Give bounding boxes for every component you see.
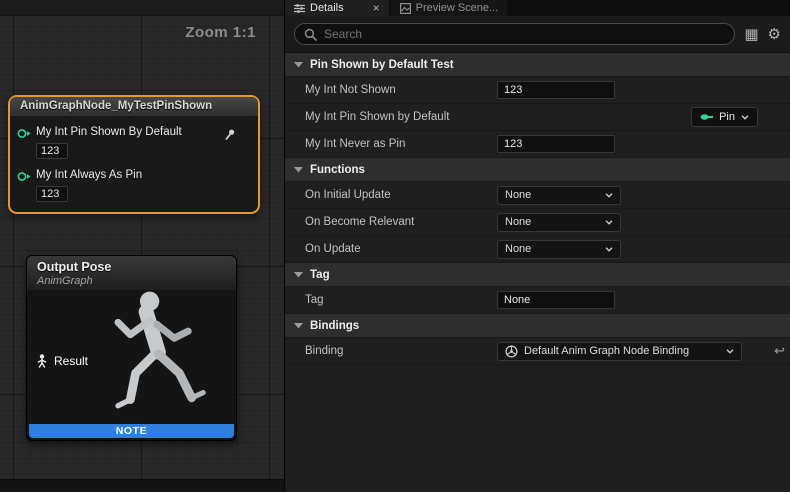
chevron-down-icon xyxy=(741,115,749,120)
tab-close-icon[interactable]: × xyxy=(373,2,380,14)
pin-label: My Int Always As Pin xyxy=(36,169,142,181)
dropdown-value: Default Anim Graph Node Binding xyxy=(524,345,689,357)
pin-icon xyxy=(700,112,713,122)
settings-gear-icon[interactable]: ⚙ xyxy=(768,27,781,42)
properties-list: Pin Shown by Default Test My Int Not Sho… xyxy=(285,53,790,492)
pin-dropdown-label: Pin xyxy=(719,111,735,123)
dropdown-value: None xyxy=(505,189,531,201)
property-label: Binding xyxy=(285,345,491,357)
row-my-int-never-as-pin: My Int Never as Pin xyxy=(285,131,790,158)
details-tab-icon xyxy=(294,3,305,14)
search-icon xyxy=(304,28,317,41)
tab-preview-scene[interactable]: Preview Scene... xyxy=(391,0,508,16)
int-pin-icon[interactable] xyxy=(17,128,32,139)
section-title: Bindings xyxy=(310,320,359,332)
property-label: My Int Pin Shown by Default xyxy=(285,111,491,123)
row-binding: Binding Default Anim Graph Node Binding … xyxy=(285,338,790,365)
anim-graph-node[interactable]: AnimGraphNode_MyTestPinShown My Int Pin … xyxy=(8,95,260,214)
pin-row[interactable]: My Int Pin Shown By Default xyxy=(17,126,250,159)
section-title: Pin Shown by Default Test xyxy=(310,59,454,71)
search-box[interactable] xyxy=(294,23,735,45)
zoom-level-label: Zoom 1:1 xyxy=(185,24,256,41)
tag-input[interactable] xyxy=(497,291,615,309)
node-note-bar[interactable]: NOTE xyxy=(29,424,234,438)
display-filter-icon[interactable]: ▦ xyxy=(744,27,758,42)
pin-label: My Int Pin Shown By Default xyxy=(36,126,182,138)
property-label: On Become Relevant xyxy=(285,216,491,228)
row-my-int-pin-shown-by-default: My Int Pin Shown by Default Pin xyxy=(285,104,790,131)
graph-top-bar xyxy=(0,0,284,16)
section-bindings[interactable]: Bindings xyxy=(285,314,790,338)
unreal-editor-window: Zoom 1:1 AnimGraphNode_MyTestPinShown My… xyxy=(0,0,790,492)
result-pin-label: Result xyxy=(54,354,88,368)
on-become-relevant-dropdown[interactable]: None xyxy=(497,213,621,232)
pose-pin-icon xyxy=(36,354,48,368)
property-label: Tag xyxy=(285,294,491,306)
tab-details[interactable]: Details × xyxy=(285,0,389,16)
pin-visibility-icon[interactable] xyxy=(223,128,236,141)
row-on-become-relevant: On Become Relevant None xyxy=(285,209,790,236)
my-int-never-as-pin-input[interactable] xyxy=(497,135,615,153)
graph-bottom-bar xyxy=(0,479,284,492)
property-label: On Update xyxy=(285,243,491,255)
node-title: AnimGraphNode_MyTestPinShown xyxy=(10,97,258,117)
pin-value-input[interactable] xyxy=(36,186,68,202)
chevron-down-icon xyxy=(294,167,303,173)
output-node-title: Output Pose xyxy=(37,260,226,274)
section-pin-shown-by-default-test[interactable]: Pin Shown by Default Test xyxy=(285,53,790,77)
pin-dropdown-button[interactable]: Pin xyxy=(691,107,758,127)
dropdown-value: None xyxy=(505,243,531,255)
section-tag[interactable]: Tag xyxy=(285,263,790,287)
binding-icon xyxy=(505,345,518,358)
chevron-down-icon xyxy=(605,220,613,225)
binding-dropdown[interactable]: Default Anim Graph Node Binding xyxy=(497,342,742,361)
property-label: On Initial Update xyxy=(285,189,491,201)
chevron-down-icon xyxy=(726,349,734,354)
details-toolbar: ▦ ⚙ xyxy=(285,16,790,53)
mannequin-figure xyxy=(74,282,234,440)
anim-graph-canvas[interactable]: Zoom 1:1 AnimGraphNode_MyTestPinShown My… xyxy=(0,0,285,492)
tab-bar: Details × Preview Scene... xyxy=(285,0,790,16)
chevron-down-icon xyxy=(605,193,613,198)
property-label: My Int Never as Pin xyxy=(285,138,491,150)
search-input[interactable] xyxy=(324,27,725,41)
row-on-update: On Update None xyxy=(285,236,790,263)
output-pose-node[interactable]: Output Pose AnimGraph Result NOTE xyxy=(26,255,237,441)
preview-scene-tab-icon xyxy=(400,3,411,14)
revert-binding-icon[interactable]: ↩ xyxy=(774,343,785,359)
tab-details-label: Details xyxy=(310,2,344,14)
tab-preview-scene-label: Preview Scene... xyxy=(416,2,499,14)
chevron-down-icon xyxy=(605,247,613,252)
on-initial-update-dropdown[interactable]: None xyxy=(497,186,621,205)
chevron-down-icon xyxy=(294,272,303,278)
section-title: Functions xyxy=(310,164,365,176)
on-update-dropdown[interactable]: None xyxy=(497,240,621,259)
chevron-down-icon xyxy=(294,62,303,68)
dropdown-value: None xyxy=(505,216,531,228)
property-label: My Int Not Shown xyxy=(285,84,491,96)
row-tag: Tag xyxy=(285,287,790,314)
details-panel: Details × Preview Scene... ▦ ⚙ xyxy=(285,0,790,492)
int-pin-icon[interactable] xyxy=(17,171,32,182)
row-on-initial-update: On Initial Update None xyxy=(285,182,790,209)
result-pin[interactable]: Result xyxy=(36,354,88,368)
chevron-down-icon xyxy=(294,323,303,329)
pin-value-input[interactable] xyxy=(36,143,68,159)
pin-row[interactable]: My Int Always As Pin xyxy=(17,169,250,202)
my-int-not-shown-input[interactable] xyxy=(497,81,615,99)
row-my-int-not-shown: My Int Not Shown xyxy=(285,77,790,104)
section-title: Tag xyxy=(310,269,330,281)
section-functions[interactable]: Functions xyxy=(285,158,790,182)
